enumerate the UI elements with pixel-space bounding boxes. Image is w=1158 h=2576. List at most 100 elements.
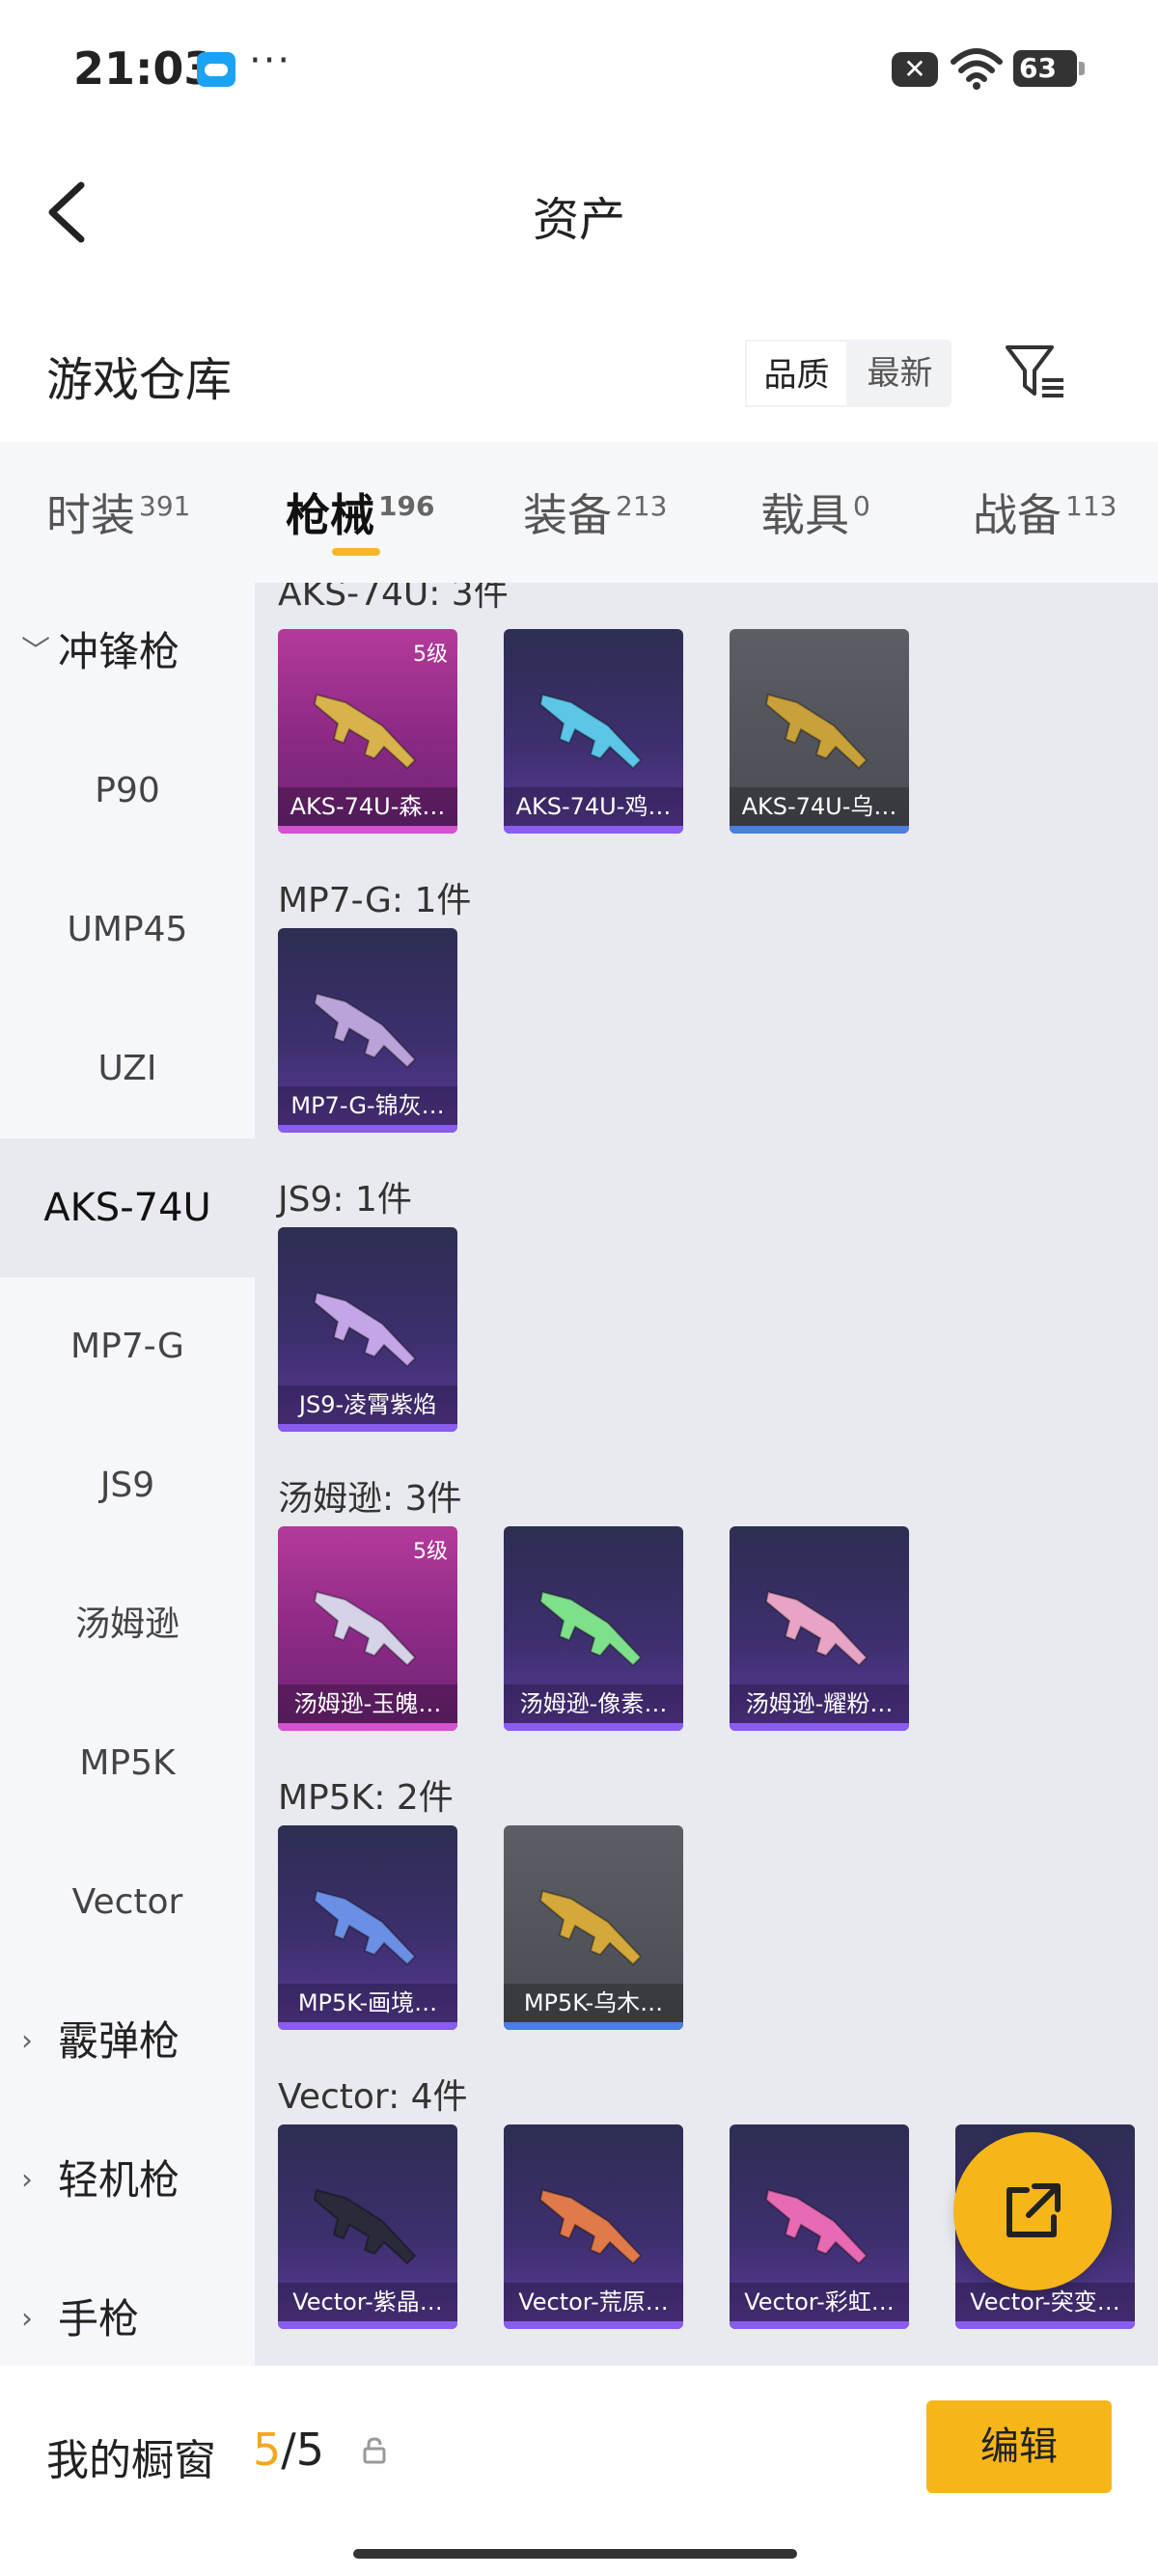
rarity-bar [278,2022,457,2030]
level-badge: 5级 [413,643,448,667]
rarity-bar [730,826,909,834]
weapon-card[interactable]: 5级 AKS-74U-森… [278,629,457,834]
edit-button[interactable]: 编辑 [926,2400,1112,2493]
section-label: 汤姆逊: 3件 [278,1479,462,1519]
nav-header: 资产 [0,154,1158,270]
section-label: Vector: 4件 [278,2077,468,2117]
sidebar-item-mp7g[interactable]: MP7-G [0,1277,255,1416]
weapon-card[interactable]: JS9-凌霄紫焰 [278,1227,457,1432]
rarity-bar [730,2321,909,2329]
weapon-name: JS9-凌霄紫焰 [278,1385,457,1424]
showcase-count: 5/5 [253,2424,324,2476]
weapon-icon [764,2188,868,2265]
tab-label: 枪械 [286,489,374,541]
sidebar-group-label: 冲锋枪 [58,628,180,675]
weapon-name: 汤姆逊-耀粉… [730,1685,909,1723]
weapon-icon [538,693,643,770]
weapon-sidebar: ﹀ 冲锋枪 P90 UMP45 UZI AKS-74U MP7-G JS9 汤姆逊… [0,583,255,2366]
sidebar-group-label: 轻机枪 [58,2156,180,2204]
weapon-card[interactable]: MP5K-画境… [278,1825,457,2030]
weapon-name: 汤姆逊-玉魄… [278,1685,457,1723]
sidebar-group-label: 手枪 [58,2295,140,2343]
weapon-icon [313,693,417,770]
tab-count: 113 [1065,489,1117,522]
lock-icon [363,2437,386,2464]
tab-firearms[interactable]: 枪械 196 [286,480,434,544]
weapon-icon [313,1291,417,1368]
weapon-name: Vector-彩虹… [730,2283,909,2321]
tab-supplies[interactable]: 战备 113 [973,480,1117,544]
sidebar-group-smg[interactable]: ﹀ 冲锋枪 [0,583,255,722]
weapon-icon [538,2188,643,2265]
weapon-icon [764,1590,868,1667]
cloud-app-icon [197,52,235,87]
section-label: AKS-74U: 3件 [278,583,509,614]
warehouse-title: 游戏仓库 [46,353,233,407]
sort-quality-button[interactable]: 品质 [745,340,848,407]
sidebar-item-aks74u[interactable]: AKS-74U [0,1138,255,1277]
chevron-right-icon: › [21,2024,33,2058]
tab-equipment[interactable]: 装备 213 [523,480,667,544]
sidebar-item-vector[interactable]: Vector [0,1833,255,1972]
bottom-bar: 我的橱窗 5/5 编辑 [0,2366,1158,2576]
chevron-down-icon: ﹀ [21,635,50,669]
rarity-bar [504,2022,683,2030]
sidebar-item-mp5k[interactable]: MP5K [0,1694,255,1833]
weapon-card[interactable]: 汤姆逊-耀粉… [730,1526,909,1731]
weapon-card[interactable]: Vector-荒原… [504,2124,683,2329]
showcase-used: 5 [253,2424,282,2476]
tab-count: 391 [139,489,191,522]
sidebar-item-js9[interactable]: JS9 [0,1416,255,1555]
section-label: JS9: 1件 [278,1180,412,1219]
rarity-bar [278,1424,457,1432]
weapon-name: Vector-紫晶… [278,2283,457,2321]
weapon-card[interactable]: Vector-紫晶… [278,2124,457,2329]
showcase-label: 我的橱窗 [46,2436,216,2485]
tab-fashion[interactable]: 时装 391 [46,480,190,544]
sidebar-item-uzi[interactable]: UZI [0,1000,255,1138]
chevron-right-icon: › [21,2163,33,2197]
sort-newest-button[interactable]: 最新 [848,340,951,407]
sidebar-item-p90[interactable]: P90 [0,722,255,861]
weapon-icon [313,2188,417,2265]
home-indicator [353,2549,797,2559]
weapon-card[interactable]: MP5K-乌木… [504,1825,683,2030]
sidebar-item-thompson[interactable]: 汤姆逊 [0,1555,255,1694]
rarity-bar [278,826,457,834]
sort-toggle: 品质 最新 [745,340,951,407]
rarity-bar [504,826,683,834]
rarity-bar [278,2321,457,2329]
weapon-icon [538,1889,643,1966]
filter-icon[interactable] [1004,342,1067,401]
tab-count: 0 [853,489,870,522]
weapon-icon [313,1889,417,1966]
weapon-card[interactable]: AKS-74U-乌… [730,629,909,834]
weapon-card[interactable]: AKS-74U-鸡… [504,629,683,834]
status-bar: 21:03 ··· ✕ 63 [0,0,1158,135]
sidebar-item-ump45[interactable]: UMP45 [0,861,255,1000]
sidebar-group-shotgun[interactable]: › 霰弹枪 [0,1972,255,2111]
section-label: MP7-G: 1件 [278,881,472,920]
weapon-name: AKS-74U-鸡… [504,787,683,826]
share-button[interactable] [953,2132,1112,2290]
tab-vehicles[interactable]: 载具 0 [760,480,870,544]
tab-count: 213 [616,489,668,522]
warehouse-header: 游戏仓库 品质 最新 [0,318,1158,425]
weapon-card[interactable]: 5级汤姆逊-玉魄… [278,1526,457,1731]
weapon-card[interactable]: MP7-G-锦灰… [278,928,457,1133]
more-notifications-icon: ··· [249,39,292,83]
tab-label: 时装 [46,489,135,541]
share-icon [1006,2183,1061,2237]
level-badge: 5级 [413,1540,448,1564]
rarity-bar [504,1723,683,1731]
weapon-name: MP5K-乌木… [504,1984,683,2022]
weapon-name: MP7-G-锦灰… [278,1086,457,1125]
weapon-card[interactable]: 汤姆逊-像素… [504,1526,683,1731]
tab-count: 196 [378,489,435,522]
wifi-icon [951,48,1003,90]
weapon-name: MP5K-画境… [278,1984,457,2022]
sidebar-group-lmg[interactable]: › 轻机枪 [0,2111,255,2250]
weapon-card[interactable]: Vector-彩虹… [730,2124,909,2329]
rarity-bar [278,1723,457,1731]
rarity-bar [504,2321,683,2329]
